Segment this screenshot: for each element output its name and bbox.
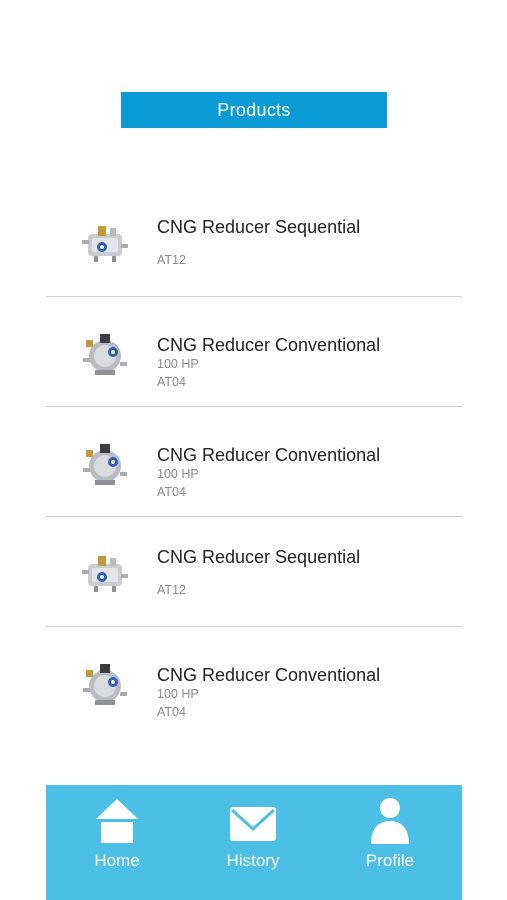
person-icon (371, 798, 409, 844)
product-item[interactable]: CNG Reducer Conventional 100 HP AT04 (46, 407, 462, 517)
product-name: CNG Reducer Conventional (157, 665, 381, 685)
product-name: CNG Reducer Conventional (157, 335, 381, 355)
product-power: 100 HP (157, 467, 199, 481)
product-list: CNG Reducer Sequential AT12 CNG Reducer … (46, 187, 462, 737)
reducer-sequential-thumbnail (82, 226, 128, 262)
nav-home-button[interactable]: Home (62, 797, 172, 892)
reducer-sequential-thumbnail (82, 556, 128, 592)
page-title: Products (217, 99, 291, 120)
product-code: AT04 (157, 705, 186, 719)
product-power: 100 HP (157, 357, 199, 371)
header-bar: Products (121, 92, 387, 128)
product-name: CNG Reducer Sequential (157, 217, 361, 237)
product-item[interactable]: CNG Reducer Sequential AT12 (46, 517, 462, 627)
nav-home-label: Home (94, 851, 140, 870)
product-name: CNG Reducer Sequential (157, 547, 361, 567)
home-icon (96, 799, 138, 843)
product-code: AT04 (157, 485, 186, 499)
nav-history-button[interactable]: History (198, 797, 308, 892)
reducer-conventional-thumbnail (83, 664, 127, 705)
product-code: AT12 (157, 253, 186, 267)
product-item[interactable]: CNG Reducer Conventional 100 HP AT04 (46, 627, 462, 737)
envelope-icon (230, 807, 276, 841)
product-code: AT04 (157, 375, 186, 389)
product-item[interactable]: CNG Reducer Conventional 100 HP AT04 (46, 297, 462, 407)
reducer-conventional-thumbnail (83, 334, 127, 375)
product-power: 100 HP (157, 687, 199, 701)
nav-profile-button[interactable]: Profile (335, 797, 445, 892)
product-code: AT12 (157, 583, 186, 597)
product-item[interactable]: CNG Reducer Sequential AT12 (46, 187, 462, 297)
reducer-conventional-thumbnail (83, 444, 127, 485)
nav-history-label: History (226, 851, 280, 870)
bottom-nav: Home History Profile (46, 785, 462, 900)
nav-profile-label: Profile (365, 851, 415, 870)
product-name: CNG Reducer Conventional (157, 445, 381, 465)
